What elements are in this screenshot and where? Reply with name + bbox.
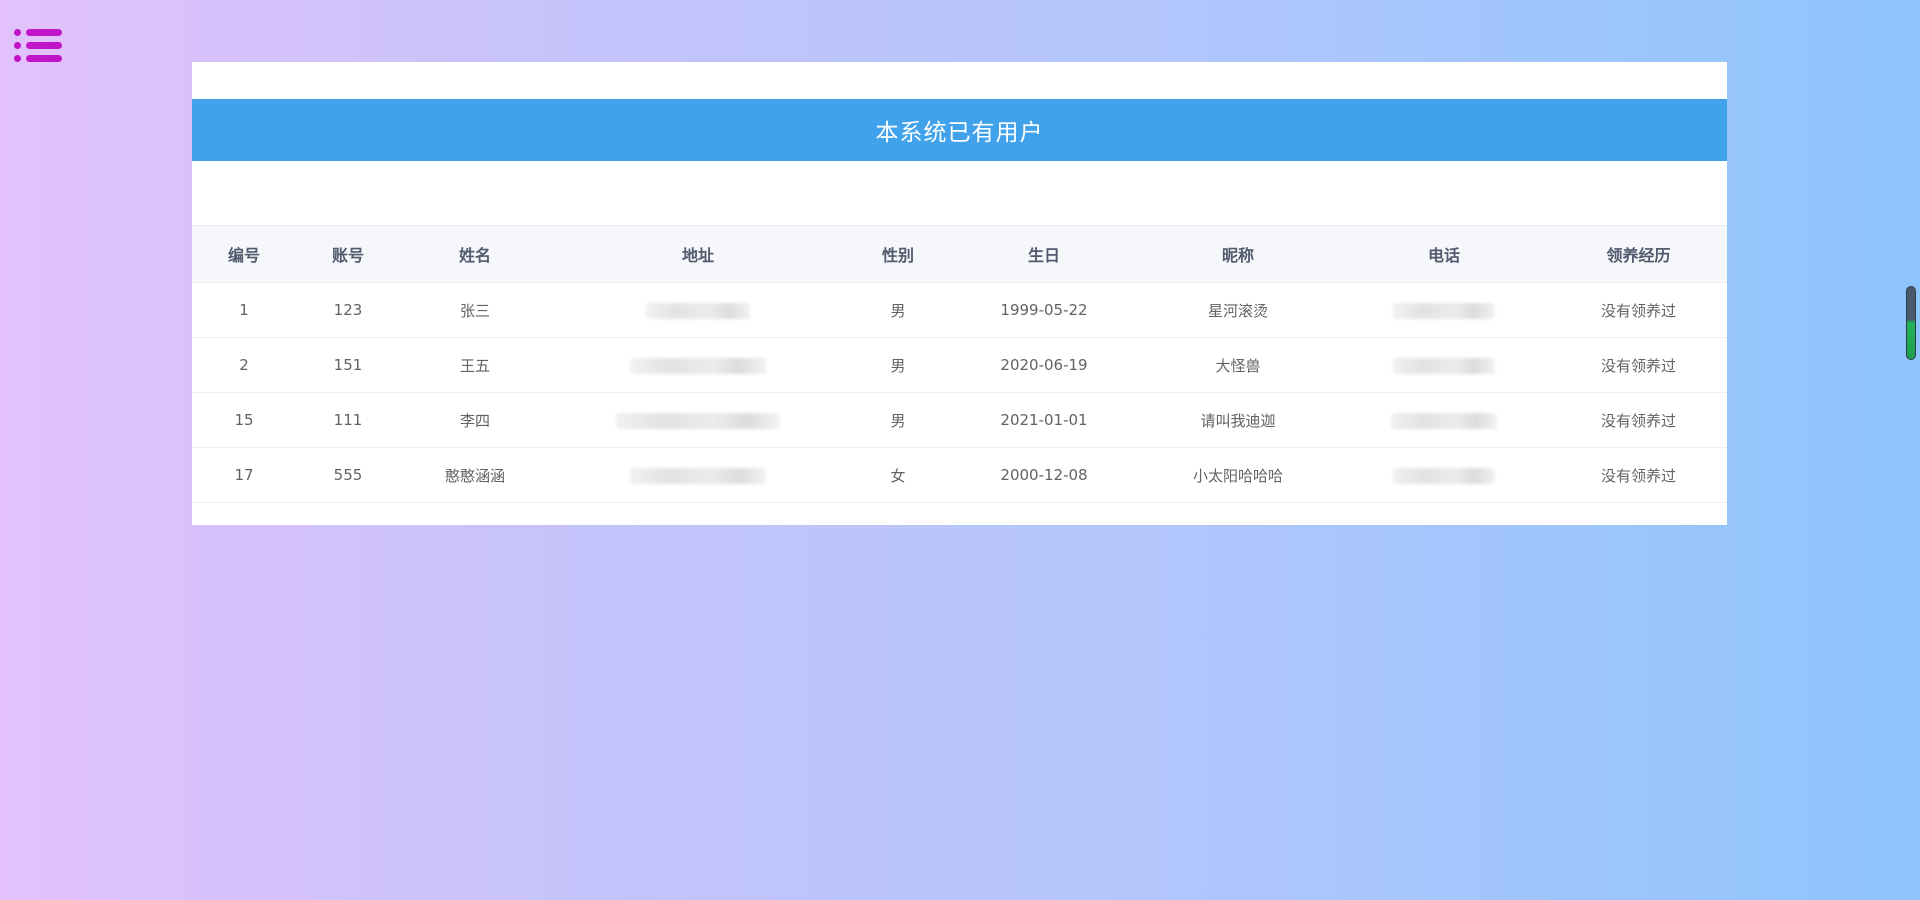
table-row[interactable]: 15 111 李四 男 2021-01-01 请叫我迪迦 没有领养过 [192,392,1727,448]
redacted-address [630,357,766,374]
cell-gender: 男 [846,282,950,338]
column-header-address[interactable]: 地址 [550,225,846,283]
menu-list-icon[interactable] [14,28,62,70]
cell-name: 王五 [400,337,550,393]
cell-id: 15 [192,392,296,448]
redacted-address [616,412,780,429]
cell-account: 123 [296,282,400,338]
cell-address [550,282,846,338]
cell-nickname: 星河滚烫 [1138,282,1338,338]
cell-birthday: 2021-01-01 [950,392,1138,448]
column-header-account[interactable]: 账号 [296,225,400,283]
cell-account: 555 [296,447,400,503]
cell-nickname: 小太阳哈哈哈 [1138,447,1338,503]
cell-name: 李四 [400,392,550,448]
cell-phone [1338,337,1550,393]
redacted-phone [1391,412,1497,429]
cell-id: 17 [192,447,296,503]
menu-line-2 [14,41,62,49]
column-header-phone[interactable]: 电话 [1338,225,1550,283]
table-row[interactable]: 2 151 王五 男 2020-06-19 大怪兽 没有领养过 [192,337,1727,393]
table-row[interactable]: 1 123 张三 男 1999-05-22 星河滚烫 没有领养过 [192,282,1727,338]
cell-account: 111 [296,392,400,448]
cell-name: 憨憨涵涵 [400,447,550,503]
cell-phone [1338,447,1550,503]
redacted-address [630,467,766,484]
cell-nickname: 请叫我迪迦 [1138,392,1338,448]
cell-gender: 男 [846,337,950,393]
cell-birthday: 1999-05-22 [950,282,1138,338]
column-header-id[interactable]: 编号 [192,225,296,283]
column-header-gender[interactable]: 性别 [846,225,950,283]
table-header-row: 编号 账号 姓名 地址 性别 生日 昵称 电话 领养经历 [192,225,1727,283]
cell-phone [1338,282,1550,338]
redacted-phone [1393,467,1495,484]
cell-account: 151 [296,337,400,393]
column-header-birthday[interactable]: 生日 [950,225,1138,283]
redacted-phone [1393,302,1495,319]
cell-nickname: 大怪兽 [1138,337,1338,393]
cell-address [550,447,846,503]
cell-adoption-history: 没有领养过 [1550,282,1727,338]
column-header-adoption-history[interactable]: 领养经历 [1550,225,1727,283]
cell-gender: 男 [846,392,950,448]
cell-phone [1338,392,1550,448]
users-table: 编号 账号 姓名 地址 性别 生日 昵称 电话 领养经历 1 123 张三 男 … [192,225,1727,503]
redacted-phone [1393,357,1495,374]
cell-adoption-history: 没有领养过 [1550,337,1727,393]
page-title: 本系统已有用户 [192,99,1727,161]
cell-address [550,337,846,393]
cell-address [550,392,846,448]
cell-gender: 女 [846,447,950,503]
menu-line-1 [14,28,62,36]
scrollbar-thumb[interactable] [1906,286,1916,360]
cell-name: 张三 [400,282,550,338]
users-panel: 本系统已有用户 编号 账号 姓名 地址 性别 生日 昵称 电话 领养经历 1 1… [192,62,1727,525]
redacted-address [646,302,750,319]
cell-id: 1 [192,282,296,338]
cell-birthday: 2020-06-19 [950,337,1138,393]
cell-adoption-history: 没有领养过 [1550,447,1727,503]
column-header-name[interactable]: 姓名 [400,225,550,283]
cell-adoption-history: 没有领养过 [1550,392,1727,448]
column-header-nickname[interactable]: 昵称 [1138,225,1338,283]
cell-id: 2 [192,337,296,393]
menu-line-3 [14,54,62,62]
table-row[interactable]: 17 555 憨憨涵涵 女 2000-12-08 小太阳哈哈哈 没有领养过 [192,447,1727,503]
cell-birthday: 2000-12-08 [950,447,1138,503]
